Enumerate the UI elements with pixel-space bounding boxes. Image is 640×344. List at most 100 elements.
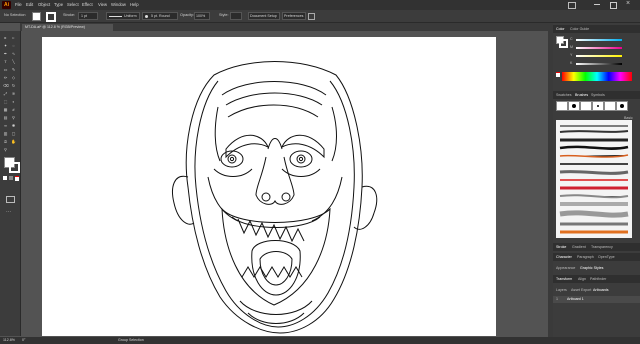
line-tool-icon[interactable]: ╲ — [11, 59, 16, 64]
eyedropper-tool-icon[interactable]: ⚲ — [11, 115, 16, 120]
menu-type[interactable]: Type — [54, 2, 63, 7]
symbol-sprayer-tool-icon[interactable]: ✺ — [11, 123, 16, 128]
paintbrush-tool-icon[interactable]: ✎ — [11, 67, 16, 72]
document-setup-label: Document Setup — [250, 14, 277, 18]
brush-dropdown[interactable]: 5 pt. Round — [142, 12, 178, 20]
brush-cell[interactable] — [616, 101, 628, 111]
tab-stroke[interactable]: Stroke — [556, 245, 566, 249]
brush-cell[interactable] — [580, 101, 592, 111]
mesh-tool-icon[interactable]: # — [11, 107, 16, 112]
shape-builder-tool-icon[interactable]: ◐ — [11, 99, 16, 104]
artboard-row[interactable]: 1 Artboard 1 — [553, 296, 640, 303]
pencil-tool-icon[interactable]: ✏ — [3, 75, 8, 80]
selection-tool-icon[interactable]: ▸ — [3, 35, 8, 40]
tab-appearance[interactable]: Appearance — [556, 266, 575, 270]
tab-asset-export[interactable]: Asset Export — [571, 288, 591, 292]
channel-k-label: K — [570, 61, 573, 65]
lasso-tool-icon[interactable]: ◌ — [11, 43, 16, 48]
artboard-tool-icon[interactable]: ▢ — [11, 131, 16, 136]
perspective-tool-icon[interactable]: ▦ — [3, 107, 8, 112]
menu-effect[interactable]: Effect — [82, 2, 93, 7]
opacity-field[interactable]: 100% — [194, 12, 210, 20]
width-tool-icon[interactable]: ≋ — [11, 91, 16, 96]
rectangle-tool-icon[interactable]: ▭ — [3, 67, 8, 72]
stroke-swatch[interactable] — [46, 12, 56, 22]
tab-pathfinder[interactable]: Pathfinder — [590, 277, 606, 281]
tab-align[interactable]: Align — [578, 277, 586, 281]
type-tool-icon[interactable]: T — [3, 59, 8, 64]
graph-tool-icon[interactable]: ▥ — [3, 131, 8, 136]
tab-transparency[interactable]: Transparency — [591, 245, 613, 249]
brush-cell[interactable] — [568, 101, 580, 111]
layers-panel-header: Layers Asset Export Artboards — [553, 285, 640, 295]
menu-view[interactable]: View — [98, 2, 107, 7]
tab-brushes[interactable]: Brushes — [575, 93, 588, 97]
transform-panel-header: Transform Align Pathfinder — [553, 275, 640, 283]
shaper-tool-icon[interactable]: ◇ — [11, 75, 16, 80]
stroke-color-box[interactable] — [9, 162, 20, 173]
brush-library-list[interactable] — [556, 120, 632, 238]
document-tab[interactable]: MT-DA.ai* @ 112.8 % (RGB/Preview) — [22, 24, 113, 31]
color-spectrum[interactable] — [562, 72, 632, 81]
artboard-canvas[interactable] — [42, 37, 496, 336]
tab-paragraph[interactable]: Paragraph — [577, 255, 594, 259]
style-dropdown[interactable] — [230, 12, 242, 20]
tab-opentype[interactable]: OpenType — [598, 255, 615, 259]
tab-color-guide[interactable]: Color Guide — [570, 27, 589, 31]
yellow-slider[interactable] — [576, 55, 622, 57]
document-setup-button[interactable]: Document Setup — [248, 12, 280, 20]
color-mode-icon[interactable] — [3, 176, 7, 180]
menu-object[interactable]: Object — [38, 2, 50, 7]
none-mode-icon[interactable] — [15, 176, 19, 181]
magenta-slider[interactable] — [576, 47, 622, 49]
tab-color[interactable]: Color — [556, 27, 565, 31]
hand-tool-icon[interactable]: ✋ — [11, 139, 16, 144]
direct-selection-tool-icon[interactable]: ▹ — [11, 35, 16, 40]
rotate-tool-icon[interactable]: ↻ — [11, 83, 16, 88]
brush-cell[interactable] — [592, 101, 604, 111]
tab-transform[interactable]: Transform — [556, 277, 572, 281]
none-swatch[interactable] — [556, 72, 560, 77]
gradient-tool-icon[interactable]: ▤ — [3, 115, 8, 120]
tab-character[interactable]: Character — [556, 255, 572, 259]
zoom-level[interactable]: 112.8% — [3, 338, 15, 342]
maximize-icon[interactable] — [610, 2, 617, 9]
menu-window[interactable]: Window — [111, 2, 126, 7]
tab-gradient[interactable]: Gradient — [572, 245, 586, 249]
black-slider[interactable] — [576, 63, 622, 65]
cyan-slider[interactable] — [576, 39, 622, 41]
search-icon[interactable] — [568, 2, 576, 9]
tab-artboards[interactable]: Artboards — [593, 288, 609, 292]
blend-tool-icon[interactable]: ∞ — [3, 123, 8, 128]
menu-edit[interactable]: Edit — [26, 2, 33, 7]
fill-swatch[interactable] — [32, 12, 41, 21]
preferences-button[interactable]: Preferences — [282, 12, 306, 20]
zoom-tool-icon[interactable]: ⚲ — [3, 147, 8, 152]
free-transform-tool-icon[interactable]: ⬚ — [3, 99, 8, 104]
magic-wand-tool-icon[interactable]: ✦ — [3, 43, 8, 48]
minimize-icon[interactable] — [594, 4, 600, 5]
curvature-tool-icon[interactable]: ∿ — [11, 51, 16, 56]
rotation-angle[interactable]: 0° — [22, 338, 25, 342]
menu-file[interactable]: File — [15, 2, 22, 7]
menu-help[interactable]: Help — [130, 2, 139, 7]
tab-symbols[interactable]: Symbols — [591, 93, 605, 97]
more-tools-icon[interactable]: ··· — [6, 209, 11, 215]
profile-dropdown[interactable]: Uniform — [106, 12, 140, 20]
slice-tool-icon[interactable]: ⧄ — [3, 139, 8, 144]
menu-select[interactable]: Select — [67, 2, 79, 7]
stroke-weight-field[interactable]: 1 pt — [78, 12, 98, 20]
tab-swatches[interactable]: Swatches — [556, 93, 572, 97]
gradient-mode-icon[interactable] — [9, 176, 13, 180]
scale-tool-icon[interactable]: ⤢ — [3, 91, 8, 96]
close-icon[interactable]: × — [626, 0, 630, 7]
color-stroke-swatch[interactable] — [559, 39, 568, 48]
tab-graphic-styles[interactable]: Graphic Styles — [580, 266, 603, 270]
eraser-tool-icon[interactable]: ⌫ — [3, 83, 9, 88]
tab-layers[interactable]: Layers — [556, 288, 567, 292]
pen-tool-icon[interactable]: ✒ — [3, 51, 8, 56]
brush-cell[interactable] — [604, 101, 616, 111]
draw-mode-icon[interactable] — [6, 196, 15, 203]
arrange-icon[interactable] — [308, 13, 315, 20]
brush-cell[interactable] — [556, 101, 568, 111]
